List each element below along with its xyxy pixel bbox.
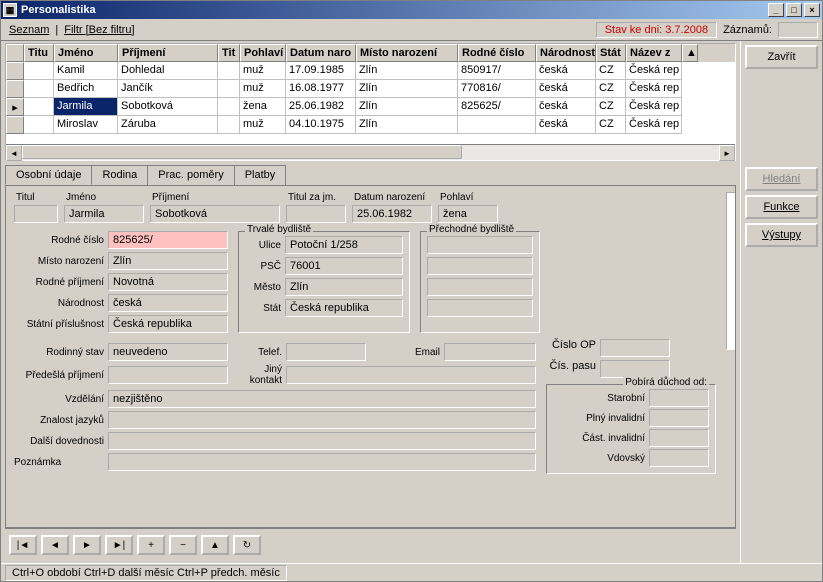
photo-box[interactable] <box>726 192 736 350</box>
minimize-button[interactable]: _ <box>768 3 784 17</box>
plny-invalidni-field[interactable] <box>649 409 709 427</box>
tab-prac-pomery[interactable]: Prac. poměry <box>147 165 234 185</box>
maximize-button[interactable]: □ <box>786 3 802 17</box>
col-jmeno[interactable]: Jméno <box>54 44 118 62</box>
rodne-cislo-field[interactable]: 825625/ <box>108 231 228 249</box>
col-pohlavi[interactable]: Pohlaví <box>240 44 286 62</box>
record-navigator: |◄ ◄ ► ►| + − ▲ ↻ <box>5 528 736 561</box>
close-button[interactable]: × <box>804 3 820 17</box>
cis-pasu-field[interactable] <box>600 360 670 378</box>
funkce-button[interactable]: Funkce <box>745 195 818 219</box>
tab-platby[interactable]: Platby <box>234 165 287 185</box>
predesla-prijmeni-field[interactable] <box>108 366 228 384</box>
pohlavi-field[interactable]: žena <box>438 205 498 223</box>
titul-field[interactable] <box>14 205 58 223</box>
col-titul[interactable]: Titu <box>24 44 54 62</box>
tab-osobni-udaje[interactable]: Osobní údaje <box>5 165 92 185</box>
psc-field[interactable]: 76001 <box>285 257 403 275</box>
prechodne-mesto-field[interactable] <box>427 278 533 296</box>
cislo-op-field[interactable] <box>600 339 670 357</box>
nav-last-button[interactable]: ►| <box>105 535 133 555</box>
nav-first-button[interactable]: |◄ <box>9 535 37 555</box>
mesto-field[interactable]: Zlín <box>285 278 403 296</box>
prijmeni-field[interactable]: Sobotková <box>150 205 280 223</box>
table-row[interactable]: MiroslavZárubamuž04.10.1975ZlínčeskáCZČe… <box>6 116 735 134</box>
scroll-up-icon[interactable]: ▲ <box>682 44 698 62</box>
rodinny-stav-field[interactable]: neuvedeno <box>108 343 228 361</box>
records-label: Záznamů: <box>723 24 772 36</box>
narodnost-field[interactable]: česká <box>108 294 228 312</box>
person-grid[interactable]: Titu Jméno Příjmení Tit Pohlaví Datum na… <box>5 43 736 161</box>
titul-za-field[interactable] <box>286 205 346 223</box>
nav-add-button[interactable]: + <box>137 535 165 555</box>
col-nazev[interactable]: Název z <box>626 44 682 62</box>
table-row[interactable]: BedřichJančíkmuž16.08.1977Zlín770816/čes… <box>6 80 735 98</box>
detail-panel: Titul JménoJarmila PříjmeníSobotková Tit… <box>5 185 736 528</box>
prechodne-psc-field[interactable] <box>427 257 533 275</box>
vystupy-button[interactable]: Výstupy <box>745 223 818 247</box>
telefon-field[interactable] <box>286 343 366 361</box>
nav-prev-button[interactable]: ◄ <box>41 535 69 555</box>
col-narodnost[interactable]: Národnost <box>536 44 596 62</box>
col-datnar[interactable]: Datum naro <box>286 44 356 62</box>
cast-invalidni-field[interactable] <box>649 429 709 447</box>
filtr-link[interactable]: Filtr [Bez filtru] <box>60 22 138 38</box>
vdovsky-field[interactable] <box>649 449 709 467</box>
pension-group: Pobírá důchod od: Starobní Plný invalidn… <box>546 384 716 474</box>
grid-hscroll[interactable]: ◄ ► <box>6 144 735 160</box>
col-tit2[interactable]: Tit <box>218 44 240 62</box>
scroll-left-icon[interactable]: ◄ <box>6 145 22 161</box>
statusbar-text: Ctrl+O období Ctrl+D další měsíc Ctrl+P … <box>5 565 287 581</box>
grid-header: Titu Jméno Příjmení Tit Pohlaví Datum na… <box>6 44 735 62</box>
znalost-jazyku-field[interactable] <box>108 411 536 429</box>
zavrit-button[interactable]: Zavřít <box>745 45 818 69</box>
app-icon: ▦ <box>3 3 17 17</box>
window-title: Personalistika <box>21 4 768 16</box>
seznam-link[interactable]: Seznam <box>5 22 53 38</box>
table-row[interactable]: ▸JarmilaSobotkovážena25.06.1982Zlín82562… <box>6 98 735 116</box>
records-count <box>778 22 818 38</box>
prechodne-ulice-field[interactable] <box>427 236 533 254</box>
app-window: ▦ Personalistika _ □ × Seznam | Filtr [B… <box>0 0 823 582</box>
scroll-right-icon[interactable]: ► <box>719 145 735 161</box>
statusbar: Ctrl+O období Ctrl+D další měsíc Ctrl+P … <box>1 563 822 581</box>
nav-next-button[interactable]: ► <box>73 535 101 555</box>
vzdelani-field[interactable]: nezjištěno <box>108 390 536 408</box>
status-date: Stav ke dni: 3.7.2008 <box>596 22 717 38</box>
titlebar: ▦ Personalistika _ □ × <box>1 1 822 19</box>
jmeno-field[interactable]: Jarmila <box>64 205 144 223</box>
stat-field[interactable]: Česká republika <box>285 299 403 317</box>
table-row[interactable]: KamilDohledalmuž17.09.1985Zlín850917/čes… <box>6 62 735 80</box>
datum-narozeni-field[interactable]: 25.06.1982 <box>352 205 432 223</box>
hledani-button[interactable]: Hledání <box>745 167 818 191</box>
trvale-bydliste-group: Trvalé bydliště UlicePotoční 1/258 PSČ76… <box>238 231 410 333</box>
col-stat[interactable]: Stát <box>596 44 626 62</box>
poznamka-field[interactable] <box>108 453 536 471</box>
col-rc[interactable]: Rodné číslo <box>458 44 536 62</box>
col-prijmeni[interactable]: Příjmení <box>118 44 218 62</box>
tab-rodina[interactable]: Rodina <box>91 165 148 185</box>
jiny-kontakt-field[interactable] <box>286 366 536 384</box>
misto-narozeni-field[interactable]: Zlín <box>108 252 228 270</box>
rodne-prijmeni-field[interactable]: Novotná <box>108 273 228 291</box>
statni-prislusnost-field[interactable]: Česká republika <box>108 315 228 333</box>
nav-refresh-button[interactable]: ↻ <box>233 535 261 555</box>
nav-delete-button[interactable]: − <box>169 535 197 555</box>
starobni-field[interactable] <box>649 389 709 407</box>
nav-edit-button[interactable]: ▲ <box>201 535 229 555</box>
dalsi-dovednosti-field[interactable] <box>108 432 536 450</box>
prechodne-bydliste-group: Přechodné bydliště <box>420 231 540 333</box>
email-field[interactable] <box>444 343 536 361</box>
prechodne-stat-field[interactable] <box>427 299 533 317</box>
ulice-field[interactable]: Potoční 1/258 <box>285 236 403 254</box>
toolbar: Seznam | Filtr [Bez filtru] Stav ke dni:… <box>1 19 822 41</box>
right-sidebar: Zavřít Hledání Funkce Výstupy <box>740 41 822 563</box>
col-mistonar[interactable]: Místo narození <box>356 44 458 62</box>
detail-tabs: Osobní údaje Rodina Prac. poměry Platby <box>5 165 736 185</box>
